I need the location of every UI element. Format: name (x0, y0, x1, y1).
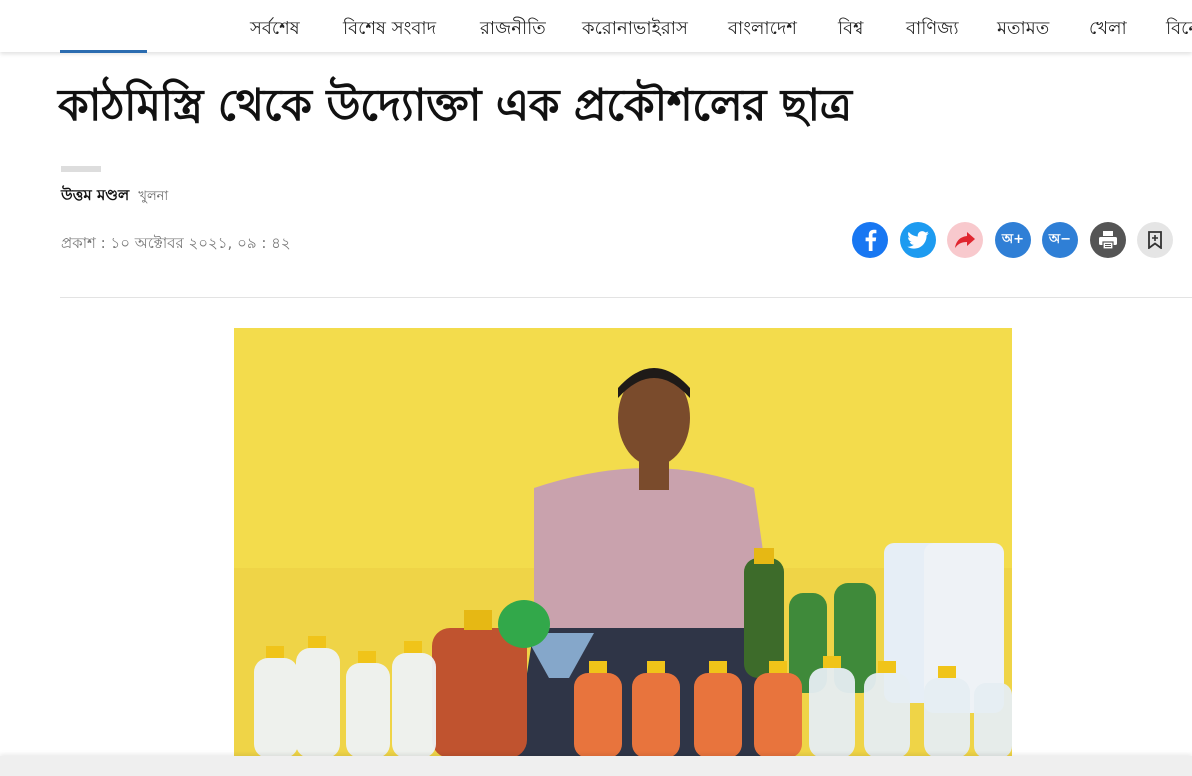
print-button[interactable] (1090, 222, 1126, 258)
published-time: প্রকাশ : ১০ অক্টোবর ২০২১, ০৯ : ৪২ (61, 234, 291, 252)
share-arrow-icon (955, 232, 975, 248)
twitter-icon (907, 231, 929, 249)
print-icon (1099, 231, 1117, 249)
share-button[interactable] (947, 222, 983, 258)
nav-item-special-news[interactable]: বিশেষ সংবাদ (343, 14, 436, 45)
facebook-share-button[interactable] (852, 222, 888, 258)
author-line: উত্তম মণ্ডল খুলনা (61, 184, 168, 209)
article-photo-illustration (234, 328, 1012, 758)
nav-item-coronavirus[interactable]: করোনাভাইরাস (582, 14, 688, 45)
font-decrease-button[interactable]: অ− (1042, 222, 1078, 258)
bottom-bar (0, 756, 1192, 776)
nav-item-opinion[interactable]: মতামত (997, 14, 1049, 45)
nav-item-latest[interactable]: সর্বশেষ (250, 14, 300, 45)
nav-item-politics[interactable]: রাজনীতি (480, 14, 546, 45)
twitter-share-button[interactable] (900, 222, 936, 258)
article-headline: কাঠমিস্ত্রি থেকে উদ্যোক্তা এক প্রকৌশলের … (58, 80, 852, 131)
nav-item-commerce[interactable]: বাণিজ্য (906, 14, 959, 45)
top-navigation: সর্বশেষ বিশেষ সংবাদ রাজনীতি করোনাভাইরাস … (0, 0, 1192, 52)
author-divider (61, 166, 101, 172)
author-name[interactable]: উত্তম মণ্ডল (61, 186, 129, 204)
nav-item-world[interactable]: বিশ্ব (838, 14, 863, 45)
nav-item-sports[interactable]: খেলা (1089, 14, 1127, 45)
section-divider (60, 297, 1192, 298)
nav-item-entertainment[interactable]: বিনো (1166, 14, 1192, 45)
nav-item-bangladesh[interactable]: বাংলাদেশ (728, 14, 797, 45)
bookmark-icon (1148, 231, 1162, 249)
article-photo[interactable] (234, 328, 1012, 758)
bookmark-button[interactable] (1137, 222, 1173, 258)
author-location: খুলনা (138, 189, 169, 204)
nav-active-indicator (60, 50, 147, 53)
facebook-icon (865, 229, 877, 251)
font-increase-button[interactable]: অ+ (995, 222, 1031, 258)
